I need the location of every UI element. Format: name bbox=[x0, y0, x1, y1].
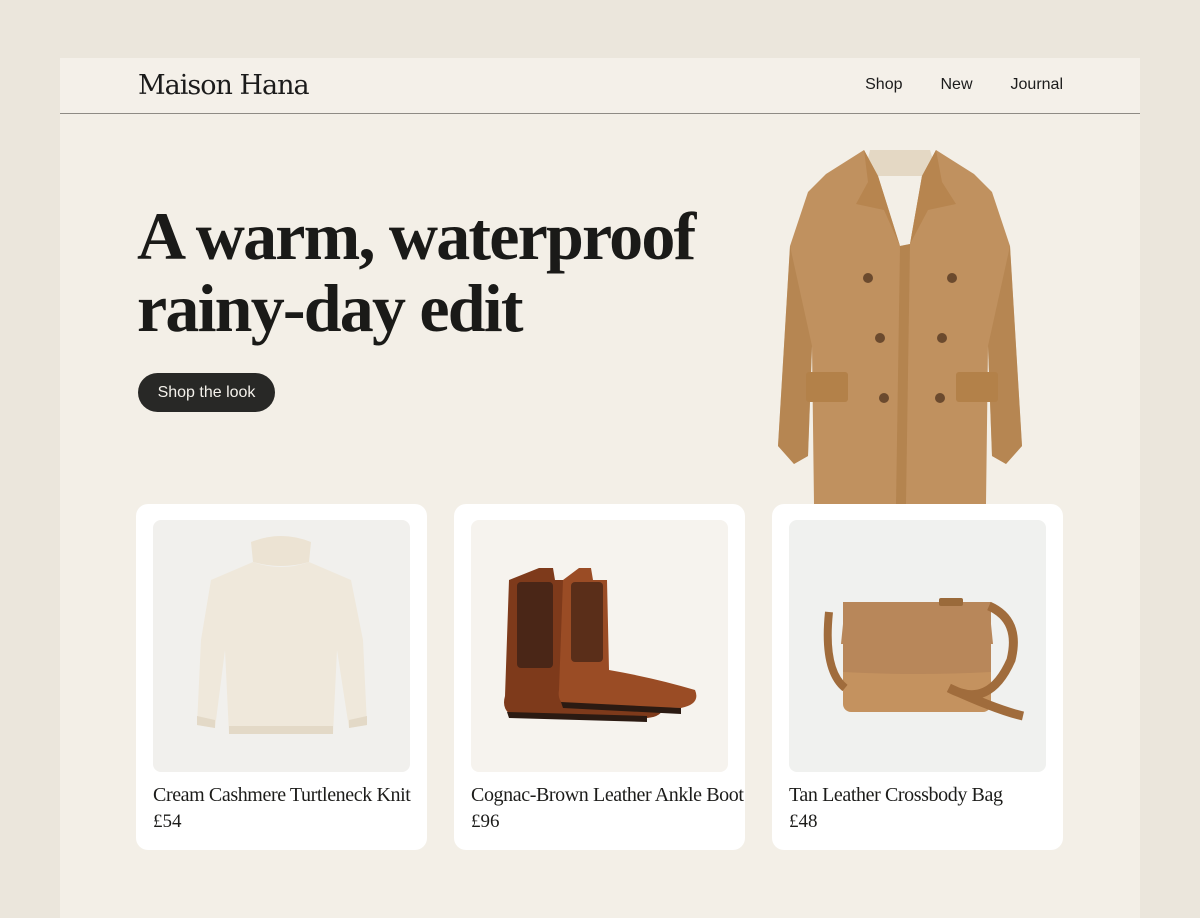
product-name[interactable]: Cream Cashmere Turtleneck Knit bbox=[153, 784, 411, 807]
product-price: £96 bbox=[471, 811, 500, 832]
hero-headline-line-2: rainy-day edit bbox=[137, 270, 524, 346]
product-card[interactable]: Cream Cashmere Turtleneck Knit £54 bbox=[136, 504, 427, 850]
nav-item-new[interactable]: New bbox=[941, 76, 973, 94]
sweater-icon bbox=[197, 536, 367, 734]
shop-the-look-button[interactable]: Shop the look bbox=[138, 373, 275, 412]
product-image[interactable] bbox=[789, 520, 1046, 772]
product-name[interactable]: Tan Leather Crossbody Bag bbox=[789, 784, 1003, 807]
nav-item-journal[interactable]: Journal bbox=[1011, 76, 1063, 94]
hero-headline: A warm, waterproof rainy-day edit bbox=[137, 200, 777, 344]
product-image[interactable] bbox=[471, 520, 728, 772]
product-card[interactable]: Cognac-Brown Leather Ankle Boot £96 bbox=[454, 504, 745, 850]
boots-icon bbox=[504, 568, 697, 722]
page: Maison Hana Shop New Journal A warm, wat… bbox=[60, 58, 1140, 918]
product-price: £54 bbox=[153, 811, 182, 832]
product-image[interactable] bbox=[153, 520, 410, 772]
main-nav: Shop New Journal bbox=[865, 76, 1063, 94]
coat-icon bbox=[778, 150, 1022, 504]
coat-image bbox=[760, 146, 1050, 504]
product-name[interactable]: Cognac-Brown Leather Ankle Boot bbox=[471, 784, 744, 807]
product-price: £48 bbox=[789, 811, 818, 832]
brand-logo[interactable]: Maison Hana bbox=[138, 70, 310, 101]
hero-headline-line-1: A warm, waterproof bbox=[137, 198, 696, 274]
product-card[interactable]: Tan Leather Crossbody Bag £48 bbox=[772, 504, 1063, 850]
bag-icon bbox=[823, 598, 1025, 721]
site-header: Maison Hana Shop New Journal bbox=[60, 58, 1140, 114]
nav-item-shop[interactable]: Shop bbox=[865, 76, 902, 94]
